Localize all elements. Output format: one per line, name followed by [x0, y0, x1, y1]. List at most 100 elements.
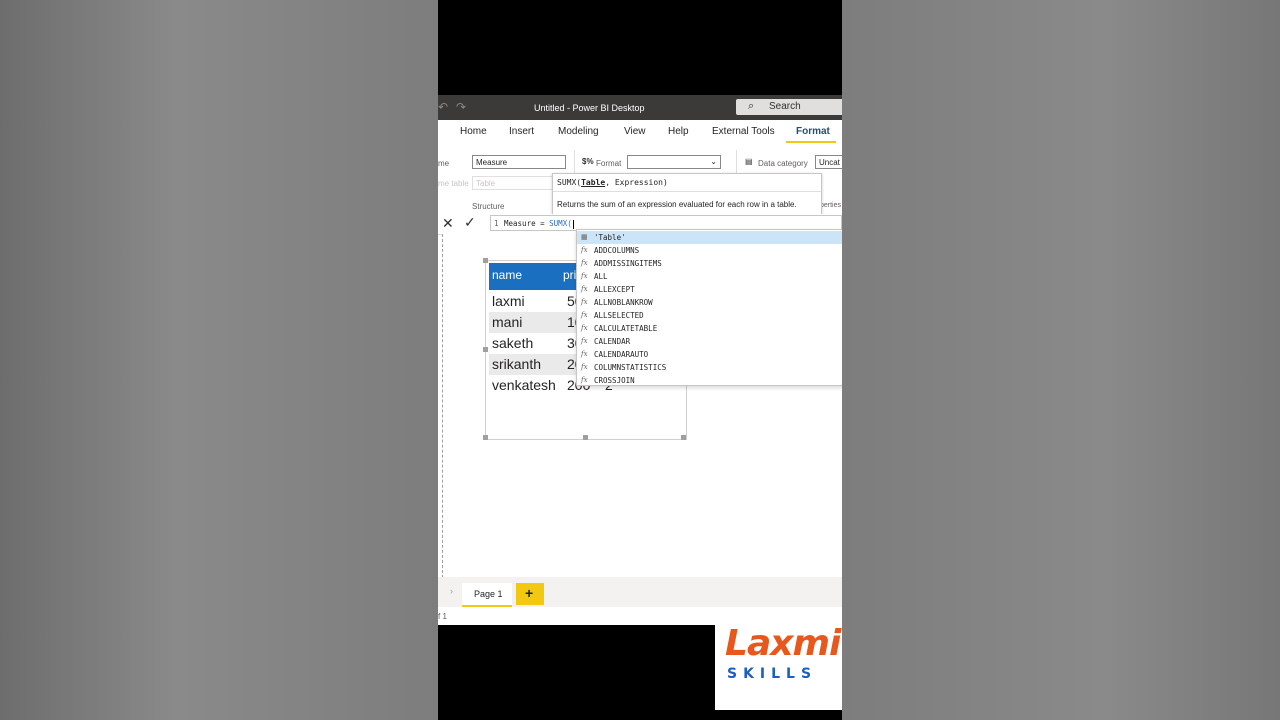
autocomplete-label: CALCULATETABLE: [594, 324, 658, 333]
tab-insert[interactable]: Insert: [509, 126, 534, 137]
ribbon-tabs: Home Insert Modeling View Help External …: [438, 120, 842, 144]
autocomplete-label: ALLSELECTED: [594, 311, 644, 320]
tab-modeling[interactable]: Modeling: [558, 126, 599, 137]
autocomplete-item[interactable]: fx CALCULATETABLE: [577, 322, 842, 335]
commit-check-icon[interactable]: ✓: [464, 214, 476, 231]
autocomplete-item[interactable]: fx ADDCOLUMNS: [577, 244, 842, 257]
name-label: me: [438, 159, 450, 168]
data-category-value: Uncat: [819, 158, 840, 167]
home-table-select[interactable]: Table: [472, 176, 554, 190]
function-icon: fx: [581, 337, 588, 345]
function-icon: fx: [581, 272, 588, 280]
signature-current-param: Table: [581, 178, 606, 187]
laxmi-skills-logo: Laxmi SKILLS: [715, 609, 842, 710]
format-label: Format: [596, 159, 622, 168]
autocomplete-list[interactable]: ▦ 'Table' fx ADDCOLUMNS fx ADDMISSINGITEMS …: [576, 229, 842, 386]
redo-icon[interactable]: ↷: [456, 100, 466, 114]
blurred-background-left: [0, 0, 438, 720]
cell-name: mani: [492, 314, 523, 330]
tab-home[interactable]: Home: [460, 126, 487, 137]
autocomplete-label: CROSSJOIN: [594, 376, 635, 385]
format-icon: $%: [582, 157, 594, 166]
cell-name: laxmi: [492, 293, 525, 309]
autocomplete-item[interactable]: fx ADDMISSINGITEMS: [577, 257, 842, 270]
structure-group-label: Structure: [472, 202, 505, 211]
power-bi-window: ↶ ↷ Untitled - Power BI Desktop ⌕ Search…: [438, 95, 842, 625]
measure-name-input[interactable]: Measure: [472, 155, 566, 169]
blurred-background-right: [842, 0, 1280, 720]
autocomplete-label: CALENDAR: [594, 337, 631, 346]
data-category-label: Data category: [758, 159, 808, 168]
format-select[interactable]: ⌄: [627, 155, 721, 169]
autocomplete-item[interactable]: fx ALLEXCEPT: [577, 283, 842, 296]
cell-name: srikanth: [492, 356, 542, 372]
home-table-value: Table: [476, 179, 496, 188]
signature-prefix: SUMX(: [557, 178, 582, 187]
autocomplete-item[interactable]: fx CROSSJOIN: [577, 374, 842, 387]
function-signature-tooltip: SUMX(Table, Expression) Returns the sum …: [552, 173, 822, 215]
add-page-button[interactable]: +: [516, 583, 544, 605]
formula-code: Measure = SUMX(: [504, 219, 574, 229]
cancel-icon[interactable]: ✕: [442, 215, 454, 232]
search-box[interactable]: ⌕ Search: [736, 99, 842, 115]
logo-line-2: SKILLS: [727, 666, 818, 682]
tab-external-tools[interactable]: External Tools: [712, 126, 775, 137]
resize-handle[interactable]: [583, 435, 588, 440]
resize-handle[interactable]: [483, 347, 488, 352]
title-bar: ↶ ↷ Untitled - Power BI Desktop ⌕ Search: [438, 95, 842, 120]
formula-text: Measure =: [504, 219, 550, 228]
table-icon: ▦: [581, 233, 588, 241]
search-icon: ⌕: [748, 100, 755, 112]
formula-function: SUMX(: [549, 219, 572, 228]
autocomplete-item[interactable]: fx COLUMNSTATISTICS: [577, 361, 842, 374]
column-header-price[interactable]: pri: [563, 268, 576, 282]
data-category-icon: ▤: [745, 157, 753, 166]
search-label: Search: [769, 101, 801, 112]
resize-handle[interactable]: [483, 258, 488, 263]
tooltip-divider: [553, 191, 821, 192]
resize-handle[interactable]: [681, 435, 686, 440]
page-nav-left-icon[interactable]: ›: [450, 586, 453, 596]
autocomplete-label: CALENDARAUTO: [594, 350, 649, 359]
function-icon: fx: [581, 298, 588, 306]
data-category-select[interactable]: Uncat: [815, 155, 842, 169]
autocomplete-label: ALL: [594, 272, 608, 281]
function-icon: fx: [581, 350, 588, 358]
autocomplete-label: ADDCOLUMNS: [594, 246, 640, 255]
measure-name-value: Measure: [476, 158, 508, 167]
autocomplete-item[interactable]: fx ALL: [577, 270, 842, 283]
add-page-label: +: [525, 585, 534, 601]
function-signature: SUMX(Table, Expression): [557, 178, 668, 187]
window-title: Untitled - Power BI Desktop: [534, 103, 645, 113]
autocomplete-item[interactable]: fx CALENDAR: [577, 335, 842, 348]
chevron-down-icon: ⌄: [710, 157, 717, 166]
page-count-status: f 1: [438, 612, 447, 621]
tab-help[interactable]: Help: [668, 126, 689, 137]
autocomplete-item[interactable]: fx ALLSELECTED: [577, 309, 842, 322]
autocomplete-item[interactable]: fx ALLNOBLANKROW: [577, 296, 842, 309]
function-description: Returns the sum of an expression evaluat…: [557, 200, 797, 209]
signature-suffix: , Expression): [605, 178, 668, 187]
active-tab-underline: [786, 141, 836, 143]
function-icon: fx: [581, 363, 588, 371]
function-icon: fx: [581, 311, 588, 319]
autocomplete-label: ADDMISSINGITEMS: [594, 259, 662, 268]
home-table-label: me table: [438, 179, 469, 188]
tab-format[interactable]: Format: [796, 126, 830, 137]
function-icon: fx: [581, 376, 588, 384]
function-icon: fx: [581, 246, 588, 254]
autocomplete-item[interactable]: fx CALENDARAUTO: [577, 348, 842, 361]
autocomplete-label: ALLNOBLANKROW: [594, 298, 653, 307]
function-icon: fx: [581, 259, 588, 267]
tab-view[interactable]: View: [624, 126, 646, 137]
page-tabs-bar: › Page 1 +: [438, 577, 842, 607]
undo-icon[interactable]: ↶: [438, 100, 448, 114]
column-header-name[interactable]: name: [492, 268, 522, 282]
text-caret: [572, 219, 574, 229]
resize-handle[interactable]: [483, 435, 488, 440]
line-number: 1: [494, 219, 499, 228]
autocomplete-item[interactable]: ▦ 'Table': [577, 231, 842, 244]
cell-name: venkatesh: [492, 377, 556, 393]
cell-name: saketh: [492, 335, 534, 351]
page-tab[interactable]: Page 1: [462, 583, 512, 607]
